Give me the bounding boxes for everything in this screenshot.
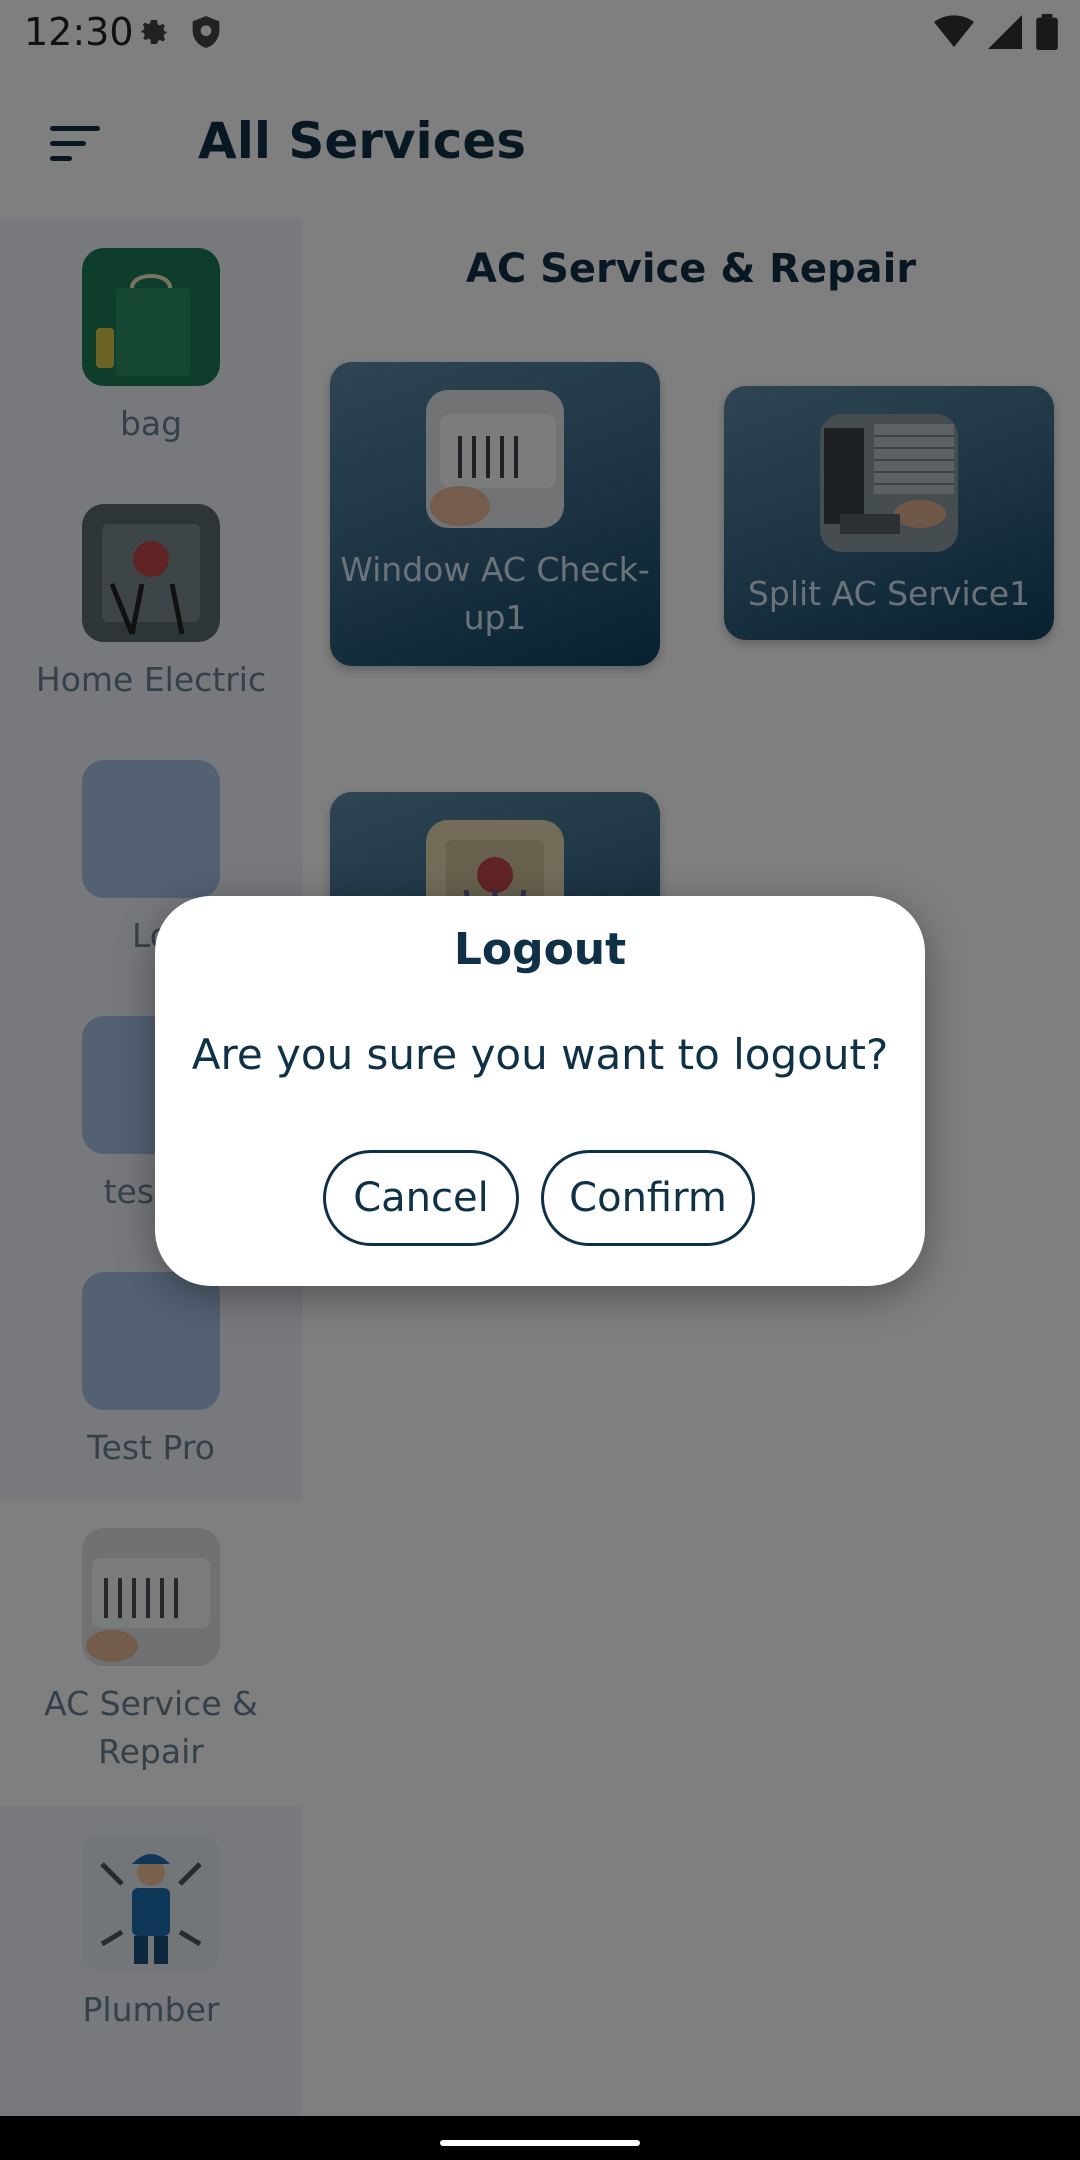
dialog-title: Logout xyxy=(453,924,627,975)
system-navigation-bar xyxy=(0,2116,1080,2160)
cancel-button[interactable]: Cancel xyxy=(323,1150,519,1246)
confirm-button[interactable]: Confirm xyxy=(541,1150,755,1246)
logout-dialog: Logout Are you sure you want to logout? … xyxy=(155,896,925,1286)
home-gesture-handle[interactable] xyxy=(440,2140,640,2146)
dialog-message: Are you sure you want to logout? xyxy=(191,1030,889,1079)
